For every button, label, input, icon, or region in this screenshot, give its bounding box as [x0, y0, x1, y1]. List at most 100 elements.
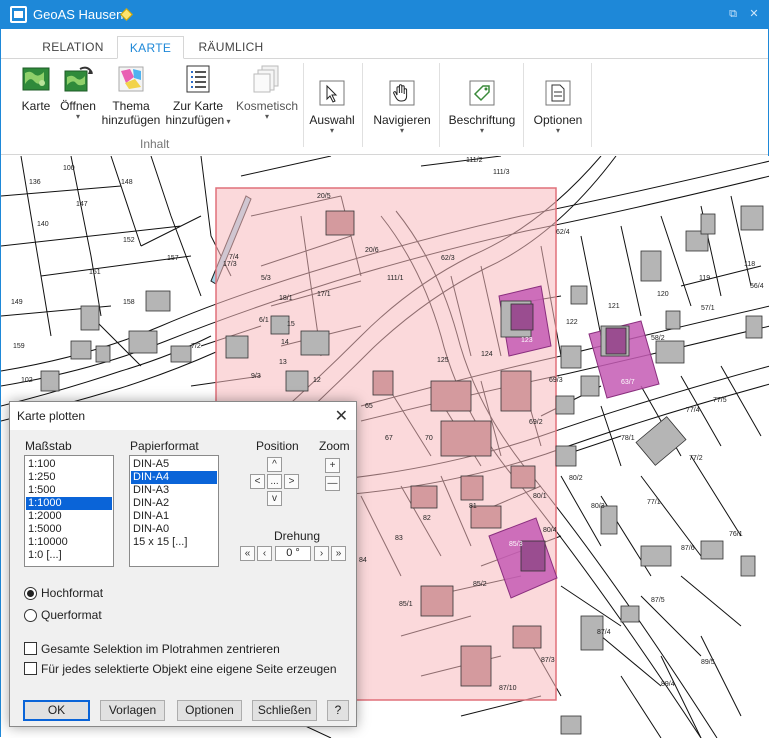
list-icon — [182, 63, 214, 95]
zur-karte-label-2: hinzufügen — [165, 113, 225, 127]
ok-button[interactable]: OK — [23, 700, 90, 721]
parcel-label: 12 — [313, 377, 321, 384]
rotate-next-button[interactable]: › — [314, 546, 329, 561]
window-title: GeoAS Hausen — [33, 7, 124, 22]
papier-item[interactable]: 15 x 15 [...] — [131, 536, 217, 549]
parcel-label: 102 — [21, 377, 33, 384]
kosmetisch-label: Kosmetisch — [235, 99, 299, 113]
parcel-label: 151 — [89, 269, 101, 276]
rotate-last-button[interactable]: » — [331, 546, 346, 561]
papier-item-selected[interactable]: DIN-A4 — [131, 471, 217, 484]
zoom-out-button[interactable]: — — [325, 476, 340, 491]
position-center-button[interactable]: ... — [267, 474, 282, 489]
close-window-button[interactable]: ✕ — [748, 8, 760, 20]
parcel-label: 56/4 — [750, 283, 764, 290]
position-left-button[interactable]: < — [250, 474, 265, 489]
chevron-down-icon: ▾ — [555, 126, 560, 135]
dialog-title-bar: Karte plotten ✕ — [10, 402, 356, 430]
ribbon-separator — [303, 63, 304, 147]
parcel-label: 147 — [76, 201, 88, 208]
parcel-label: 125 — [437, 357, 449, 364]
thema-label-1: Thema — [112, 99, 150, 113]
parcel-label: 121 — [608, 303, 620, 310]
massstab-listbox[interactable]: 1:100 1:250 1:500 1:1000 1:2000 1:5000 1… — [24, 455, 114, 567]
oeffnen-button[interactable]: Öffnen ▾ — [57, 63, 99, 121]
ribbon-tabs: RELATION KARTE RÄUMLICH — [1, 29, 768, 59]
kosmetisch-button[interactable]: Kosmetisch ▾ — [235, 63, 299, 121]
zoom-in-button[interactable]: + — [325, 458, 340, 473]
position-right-button[interactable]: > — [284, 474, 299, 489]
papier-item[interactable]: DIN-A1 — [131, 510, 217, 523]
position-down-button[interactable]: v — [267, 491, 282, 506]
papierformat-listbox[interactable]: DIN-A5 DIN-A4 DIN-A3 DIN-A2 DIN-A1 DIN-A… — [129, 455, 219, 567]
optionen-button[interactable]: Optionen — [177, 700, 242, 721]
parcel-label: 77/4 — [686, 407, 700, 414]
eigene-seite-checkbox[interactable] — [24, 662, 37, 675]
hochformat-radio[interactable] — [24, 587, 37, 600]
massstab-item[interactable]: 1:5000 — [26, 523, 112, 536]
massstab-item[interactable]: 1:500 — [26, 484, 112, 497]
parcel-label: 77/1 — [647, 499, 661, 506]
ribbon-separator — [439, 63, 440, 147]
parcel-label: 80/1 — [533, 493, 547, 500]
navigieren-button[interactable]: Navigieren ▾ — [367, 77, 437, 135]
parcel-label: 17/3 — [223, 261, 237, 268]
help-button[interactable]: ? — [327, 700, 349, 721]
massstab-item[interactable]: 1:0 [...] — [26, 549, 112, 562]
parcel-label: 89/4 — [661, 681, 675, 688]
chevron-down-icon: ▾ — [264, 112, 269, 121]
navigieren-label: Navigieren — [373, 113, 431, 127]
papier-item[interactable]: DIN-A5 — [131, 458, 217, 471]
parcel-label: 76/1 — [729, 531, 743, 538]
parcel-label: 120 — [657, 291, 669, 298]
parcel-label: 87/6 — [681, 545, 695, 552]
dialog-close-icon[interactable]: ✕ — [335, 406, 348, 426]
chevron-down-icon: ▾ — [399, 126, 404, 135]
zur-karte-hinzufuegen-button[interactable]: Zur Karte hinzufügen ▾ — [164, 63, 232, 129]
zentrieren-label: Gesamte Selektion im Plotrahmen zentrier… — [41, 642, 280, 656]
parcel-label: 100 — [63, 165, 75, 172]
world-map-icon — [20, 63, 52, 95]
title-bar: GeoAS Hausen ⧉ ✕ — [1, 1, 768, 29]
massstab-item[interactable]: 1:250 — [26, 471, 112, 484]
position-up-button[interactable]: ^ — [267, 457, 282, 472]
tab-karte[interactable]: KARTE — [117, 36, 184, 59]
papier-item[interactable]: DIN-A0 — [131, 523, 217, 536]
thema-hinzufuegen-button[interactable]: Thema hinzufügen — [101, 63, 161, 127]
rotate-prev-button[interactable]: ‹ — [257, 546, 272, 561]
parcel-label: 77/2 — [689, 455, 703, 462]
parcel-label: 152 — [123, 237, 135, 244]
restore-button[interactable]: ⧉ — [727, 8, 739, 20]
rotation-value: 0 ° — [275, 546, 311, 561]
auswahl-button[interactable]: Auswahl ▾ — [306, 77, 358, 135]
beschriftung-label: Beschriftung — [448, 113, 516, 127]
massstab-item[interactable]: 1:10000 — [26, 536, 112, 549]
massstab-item-selected[interactable]: 1:1000 — [26, 497, 112, 510]
parcel-label: 7/2 — [191, 343, 201, 350]
auswahl-label: Auswahl — [309, 113, 355, 127]
document-settings-icon — [542, 77, 574, 109]
parcel-label: 20/5 — [317, 193, 331, 200]
karte-button[interactable]: Karte — [15, 63, 57, 113]
schliessen-button[interactable]: Schließen — [252, 700, 317, 721]
position-label: Position — [256, 439, 299, 453]
parcel-label: 63/7 — [621, 379, 635, 386]
vorlagen-button[interactable]: Vorlagen — [100, 700, 165, 721]
rotate-first-button[interactable]: « — [240, 546, 255, 561]
zur-karte-label-1: Zur Karte — [172, 99, 223, 113]
ribbon-separator — [591, 63, 592, 147]
parcel-label: 136 — [29, 179, 41, 186]
querformat-radio[interactable] — [24, 609, 37, 622]
beschriftung-button[interactable]: Beschriftung ▾ — [444, 77, 520, 135]
zentrieren-checkbox[interactable] — [24, 642, 37, 655]
optionen-ribbon-button[interactable]: Optionen ▾ — [528, 77, 588, 135]
papier-item[interactable]: DIN-A3 — [131, 484, 217, 497]
massstab-item[interactable]: 1:100 — [26, 458, 112, 471]
parcel-label: 157 — [167, 255, 179, 262]
tab-raeumlich[interactable]: RÄUMLICH — [187, 36, 275, 59]
parcel-label: 62/3 — [441, 255, 455, 262]
tab-relation[interactable]: RELATION — [31, 36, 115, 59]
massstab-item[interactable]: 1:2000 — [26, 510, 112, 523]
parcel-label: 80/3 — [591, 503, 605, 510]
papier-item[interactable]: DIN-A2 — [131, 497, 217, 510]
